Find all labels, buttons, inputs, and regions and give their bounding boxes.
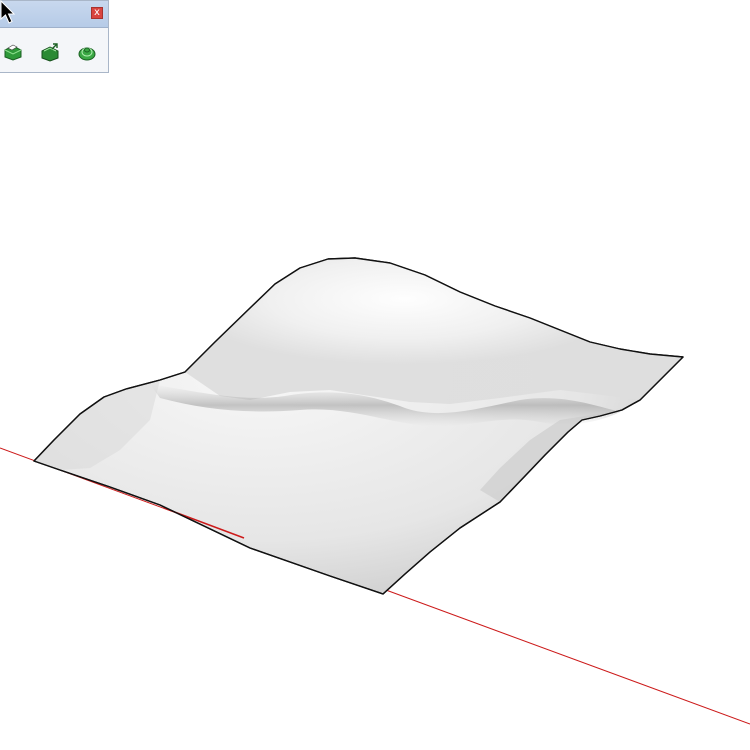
sandbox-from-scratch-button[interactable] xyxy=(40,42,60,62)
mouse-cursor-icon xyxy=(0,0,16,24)
sandbox-from-scratch-icon xyxy=(41,43,59,62)
toolbar-titlebar[interactable]: x xyxy=(0,1,108,28)
sandbox-smoove-button[interactable] xyxy=(77,42,97,62)
sandbox-toolbar[interactable]: x xyxy=(0,0,109,73)
drawing-viewport[interactable]: x xyxy=(0,0,750,750)
close-button[interactable]: x xyxy=(91,7,103,19)
sandbox-from-contours-icon xyxy=(4,44,22,61)
sandbox-from-contours-button[interactable] xyxy=(3,42,23,62)
sandbox-smoove-icon xyxy=(78,47,96,61)
model-canvas xyxy=(0,257,750,725)
